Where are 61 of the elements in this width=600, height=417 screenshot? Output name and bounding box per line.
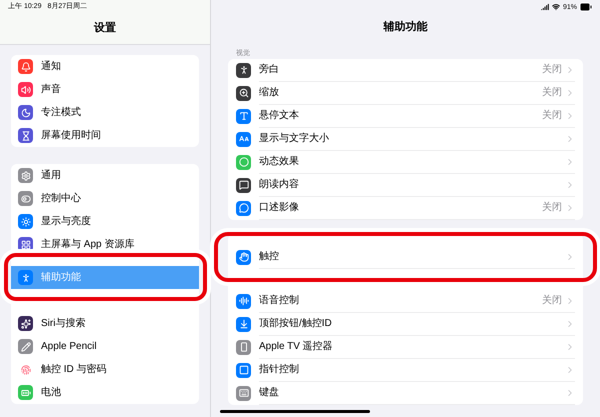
row-label: Apple TV 遥控器 <box>259 340 333 354</box>
wifi-icon <box>552 3 560 11</box>
row-label: 朗读内容 <box>259 178 299 192</box>
settings-row[interactable]: 显示与文字大小 <box>228 128 583 150</box>
sidebar-item[interactable]: 电池 <box>11 381 199 404</box>
settings-row[interactable]: 旁白 关闭 <box>228 58 583 82</box>
settings-row[interactable]: 触控 <box>228 246 583 268</box>
row-label: 旁白 <box>259 62 279 77</box>
sidebar-item[interactable]: Apple Pencil <box>11 335 199 358</box>
sidebar-item[interactable]: Siri与搜索 <box>11 312 199 335</box>
row-label: 动态效果 <box>259 154 299 169</box>
settings-row[interactable]: 朗读内容 <box>228 174 583 196</box>
sidebar-title: 设置 <box>92 20 117 36</box>
sidebar-item[interactable]: 主屏幕与 App 资源库 <box>11 233 199 256</box>
sidebar-item[interactable]: 声音 <box>11 78 199 101</box>
item-label: Apple Pencil <box>41 340 97 354</box>
row-value: 关闭 <box>542 86 562 100</box>
row-value: 关闭 <box>542 200 562 215</box>
settings-row[interactable]: 缩放 关闭 <box>228 82 583 104</box>
sidebar-item[interactable]: 屏幕使用时间 <box>11 124 199 147</box>
item-label: 电池 <box>41 386 61 400</box>
row-label: 显示与文字大小 <box>259 132 329 146</box>
settings-row[interactable]: 指针控制 <box>228 358 583 382</box>
sidebar-item[interactable]: 专注模式 <box>11 101 199 124</box>
row-label: 缩放 <box>259 86 279 100</box>
row-value: 关闭 <box>542 62 562 77</box>
row-label: 键盘 <box>259 386 279 400</box>
settings-row[interactable]: 动态效果 <box>228 150 583 174</box>
item-label: 触控 ID 与密码 <box>41 362 107 377</box>
row-label: 触控 <box>259 250 279 264</box>
row-label: 悬停文本 <box>259 108 299 123</box>
sidebar-item[interactable]: 通知 <box>11 55 199 78</box>
item-label: 专注模式 <box>41 106 81 120</box>
row-label: 指针控制 <box>259 362 299 377</box>
row-value: 关闭 <box>542 294 562 308</box>
item-label: 显示与亮度 <box>41 214 91 229</box>
sidebar-item[interactable]: 触控 ID 与密码 <box>11 358 199 381</box>
settings-row[interactable]: 键盘 <box>228 382 583 404</box>
signal-icon <box>540 3 549 11</box>
settings-row[interactable]: 语音控制 关闭 <box>228 290 583 312</box>
settings-row[interactable]: 顶部按钮/触控ID <box>228 312 583 336</box>
row-label: 口述影像 <box>259 200 299 215</box>
item-label: 辅助功能 <box>41 270 81 285</box>
settings-row[interactable]: 口述影像 关闭 <box>228 196 583 220</box>
item-label: 主屏幕与 App 资源库 <box>41 238 134 252</box>
settings-row[interactable]: 悬停文本 关闭 <box>228 104 583 128</box>
battery-status-icon <box>580 1 592 13</box>
item-label: 通知 <box>41 60 61 74</box>
item-label: 声音 <box>41 82 61 97</box>
detail-title: 辅助功能 <box>382 20 428 35</box>
sidebar-item[interactable]: 控制中心 <box>11 187 199 210</box>
item-label: 通用 <box>41 168 61 183</box>
settings-row[interactable]: Apple TV 遥控器 <box>228 336 583 358</box>
row-label: 语音控制 <box>259 294 299 308</box>
row-value: 关闭 <box>542 108 562 123</box>
item-label: 屏幕使用时间 <box>41 128 101 143</box>
item-label: Siri与搜索 <box>41 316 86 331</box>
sidebar-item[interactable]: 显示与亮度 <box>11 210 199 233</box>
item-label: 控制中心 <box>41 192 81 206</box>
sidebar-item[interactable]: 通用 <box>11 164 199 187</box>
row-label: 顶部按钮/触控ID <box>259 316 332 331</box>
